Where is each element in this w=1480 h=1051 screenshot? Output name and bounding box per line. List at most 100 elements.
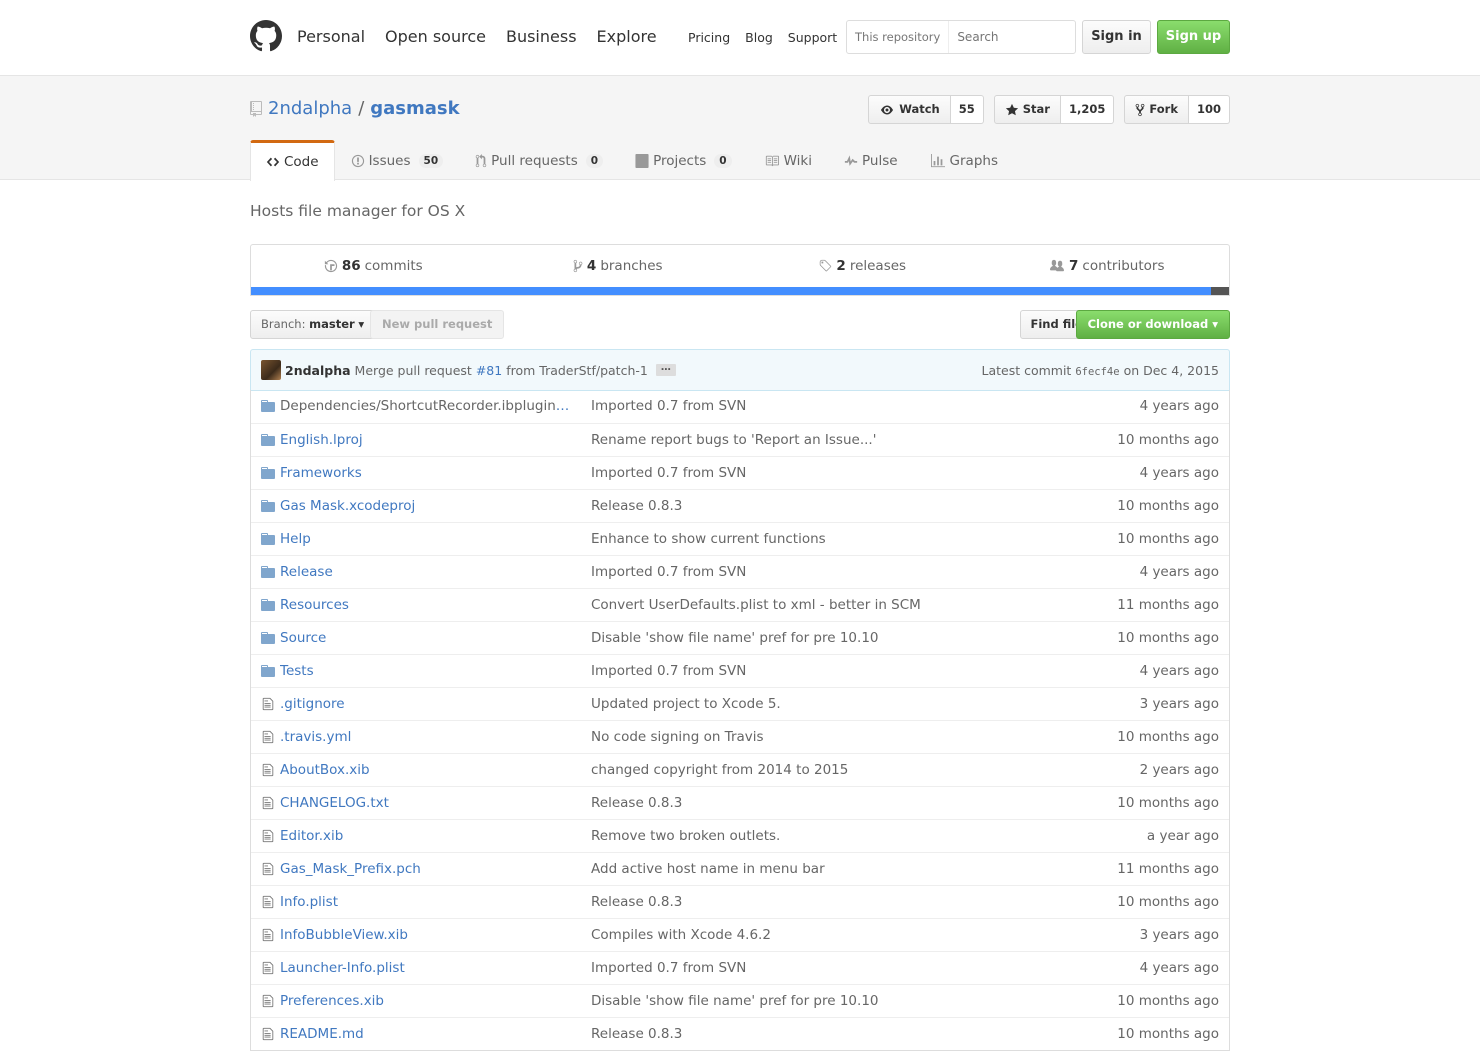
file-commit-message[interactable]: Imported 0.7 from SVN bbox=[591, 960, 746, 976]
tab-wiki[interactable]: Wiki bbox=[748, 140, 828, 180]
nav-business[interactable]: Business bbox=[506, 27, 577, 46]
expand-message-button[interactable]: … bbox=[655, 363, 676, 376]
file-row[interactable]: .gitignore Updated project to Xcode 5. 3 y… bbox=[251, 687, 1229, 720]
file-row[interactable]: Release Imported 0.7 from SVN 4 years ago bbox=[251, 555, 1229, 588]
file-name-link[interactable]: Launcher-Info.plist bbox=[280, 960, 570, 976]
nav-personal[interactable]: Personal bbox=[297, 27, 365, 46]
fork-button[interactable]: Fork bbox=[1124, 95, 1189, 124]
file-name-link[interactable]: .travis.yml bbox=[280, 729, 570, 745]
file-name-link[interactable]: Info.plist bbox=[280, 894, 570, 910]
nav-explore[interactable]: Explore bbox=[597, 27, 657, 46]
branch-select-button[interactable]: Branch: master ▾ bbox=[250, 310, 376, 339]
language-segment[interactable] bbox=[251, 287, 1212, 295]
file-name-link[interactable]: Dependencies/ShortcutRecorder.ibplugin/C… bbox=[280, 398, 570, 414]
file-name-link[interactable]: Help bbox=[280, 531, 570, 547]
file-name-link[interactable]: README.md bbox=[280, 1026, 570, 1042]
commits-link[interactable]: 86 commits bbox=[251, 245, 496, 287]
file-name-link[interactable]: .gitignore bbox=[280, 696, 570, 712]
file-name-link[interactable]: Resources bbox=[280, 597, 570, 613]
nav-blog[interactable]: Blog bbox=[745, 30, 773, 45]
file-name-link[interactable]: Gas Mask.xcodeproj bbox=[280, 498, 570, 514]
file-commit-message[interactable]: Imported 0.7 from SVN bbox=[591, 398, 746, 414]
contributors-link[interactable]: 7 contributors bbox=[985, 245, 1230, 287]
file-commit-message[interactable]: Imported 0.7 from SVN bbox=[591, 465, 746, 481]
star-count[interactable]: 1,205 bbox=[1060, 95, 1115, 124]
file-row[interactable]: AboutBox.xib changed copyright from 2014 … bbox=[251, 753, 1229, 786]
file-row[interactable]: README.md Release 0.8.3 10 months ago bbox=[251, 1017, 1229, 1050]
file-row[interactable]: InfoBubbleView.xib Compiles with Xcode 4.… bbox=[251, 918, 1229, 951]
file-row[interactable]: Gas Mask.xcodeproj Release 0.8.3 10 months… bbox=[251, 489, 1229, 522]
file-name-link[interactable]: Source bbox=[280, 630, 570, 646]
tab-code[interactable]: Code bbox=[250, 140, 335, 181]
file-commit-message[interactable]: Disable 'show file name' pref for pre 10… bbox=[591, 630, 879, 646]
pr-link[interactable]: #81 bbox=[476, 363, 502, 378]
file-commit-message[interactable]: No code signing on Travis bbox=[591, 729, 764, 745]
nav-pricing[interactable]: Pricing bbox=[688, 30, 730, 45]
tab-pulse[interactable]: Pulse bbox=[828, 140, 914, 180]
file-row[interactable]: Preferences.xib Disable 'show file name' … bbox=[251, 984, 1229, 1017]
file-row[interactable]: Launcher-Info.plist Imported 0.7 from SVN… bbox=[251, 951, 1229, 984]
sign-up-button[interactable]: Sign up bbox=[1157, 20, 1230, 54]
commit-author[interactable]: 2ndalpha bbox=[285, 363, 351, 378]
file-commit-message[interactable]: Convert UserDefaults.plist to xml - bett… bbox=[591, 597, 921, 613]
language-bar[interactable] bbox=[251, 287, 1229, 295]
commit-message[interactable]: Merge pull request #81 from TraderStf/pa… bbox=[355, 363, 648, 378]
file-row[interactable]: CHANGELOG.txt Release 0.8.3 10 months ago bbox=[251, 786, 1229, 819]
file-row[interactable]: English.lproj Rename report bugs to 'Repo… bbox=[251, 423, 1229, 456]
github-logo-icon[interactable] bbox=[250, 20, 282, 52]
repo-owner-link[interactable]: 2ndalpha bbox=[268, 98, 352, 119]
nav-open-source[interactable]: Open source bbox=[385, 27, 486, 46]
file-name-link[interactable]: Frameworks bbox=[280, 465, 570, 481]
file-row[interactable]: .travis.yml No code signing on Travis 10 m… bbox=[251, 720, 1229, 753]
file-commit-message[interactable]: Updated project to Xcode 5. bbox=[591, 696, 781, 712]
clone-download-button[interactable]: Clone or download ▾ bbox=[1075, 310, 1230, 339]
file-row[interactable]: Resources Convert UserDefaults.plist to x… bbox=[251, 588, 1229, 621]
releases-link[interactable]: 2 releases bbox=[740, 245, 985, 287]
file-commit-message[interactable]: Imported 0.7 from SVN bbox=[591, 564, 746, 580]
watch-button[interactable]: Watch bbox=[868, 95, 951, 124]
file-row[interactable]: Editor.xib Remove two broken outlets. a ye… bbox=[251, 819, 1229, 852]
file-commit-message[interactable]: Release 0.8.3 bbox=[591, 894, 682, 910]
file-name-link[interactable]: Gas_Mask_Prefix.pch bbox=[280, 861, 570, 877]
file-commit-message[interactable]: Compiles with Xcode 4.6.2 bbox=[591, 927, 771, 943]
file-row[interactable]: Gas_Mask_Prefix.pch Add active host name … bbox=[251, 852, 1229, 885]
language-segment[interactable] bbox=[1211, 287, 1229, 295]
file-commit-message[interactable]: Rename report bugs to 'Report an Issue..… bbox=[591, 432, 876, 448]
file-name-link[interactable]: Preferences.xib bbox=[280, 993, 570, 1009]
file-name-link[interactable]: English.lproj bbox=[280, 432, 570, 448]
file-name-link[interactable]: Release bbox=[280, 564, 570, 580]
nav-support[interactable]: Support bbox=[788, 30, 837, 45]
file-commit-message[interactable]: changed copyright from 2014 to 2015 bbox=[591, 762, 848, 778]
file-row[interactable]: Frameworks Imported 0.7 from SVN 4 years a… bbox=[251, 456, 1229, 489]
file-commit-message[interactable]: Release 0.8.3 bbox=[591, 498, 682, 514]
file-commit-message[interactable]: Disable 'show file name' pref for pre 10… bbox=[591, 993, 879, 1009]
file-row[interactable]: Help Enhance to show current functions 10 … bbox=[251, 522, 1229, 555]
file-name-link[interactable]: Editor.xib bbox=[280, 828, 570, 844]
file-name-link[interactable]: Tests bbox=[280, 663, 570, 679]
commit-sha[interactable]: 6fecf4e bbox=[1075, 366, 1119, 378]
tab-projects[interactable]: Projects 0 bbox=[619, 140, 748, 180]
tab-issues[interactable]: Issues 50 bbox=[335, 140, 460, 180]
branches-link[interactable]: 4 branches bbox=[496, 245, 741, 287]
file-commit-message[interactable]: Imported 0.7 from SVN bbox=[591, 663, 746, 679]
file-row[interactable]: Source Disable 'show file name' pref for … bbox=[251, 621, 1229, 654]
star-button[interactable]: Star bbox=[993, 95, 1061, 124]
file-commit-message[interactable]: Release 0.8.3 bbox=[591, 795, 682, 811]
fork-count[interactable]: 100 bbox=[1188, 95, 1230, 124]
new-pull-request-button[interactable]: New pull request bbox=[370, 310, 505, 339]
repo-name-link[interactable]: gasmask bbox=[370, 98, 459, 119]
file-name-link[interactable]: InfoBubbleView.xib bbox=[280, 927, 570, 943]
avatar[interactable] bbox=[261, 360, 281, 380]
file-name-link[interactable]: AboutBox.xib bbox=[280, 762, 570, 778]
file-commit-message[interactable]: Release 0.8.3 bbox=[591, 1026, 682, 1042]
file-row[interactable]: Dependencies/ShortcutRecorder.ibplugin/C… bbox=[251, 390, 1229, 423]
watch-count[interactable]: 55 bbox=[950, 95, 984, 124]
tab-pull-requests[interactable]: Pull requests 0 bbox=[459, 140, 619, 180]
file-commit-message[interactable]: Enhance to show current functions bbox=[591, 531, 826, 547]
file-row[interactable]: Info.plist Release 0.8.3 10 months ago bbox=[251, 885, 1229, 918]
file-commit-message[interactable]: Add active host name in menu bar bbox=[591, 861, 825, 877]
sign-in-button[interactable]: Sign in bbox=[1082, 20, 1151, 54]
tab-graphs[interactable]: Graphs bbox=[914, 140, 1014, 180]
file-name-link[interactable]: CHANGELOG.txt bbox=[280, 795, 570, 811]
file-row[interactable]: Tests Imported 0.7 from SVN 4 years ago bbox=[251, 654, 1229, 687]
